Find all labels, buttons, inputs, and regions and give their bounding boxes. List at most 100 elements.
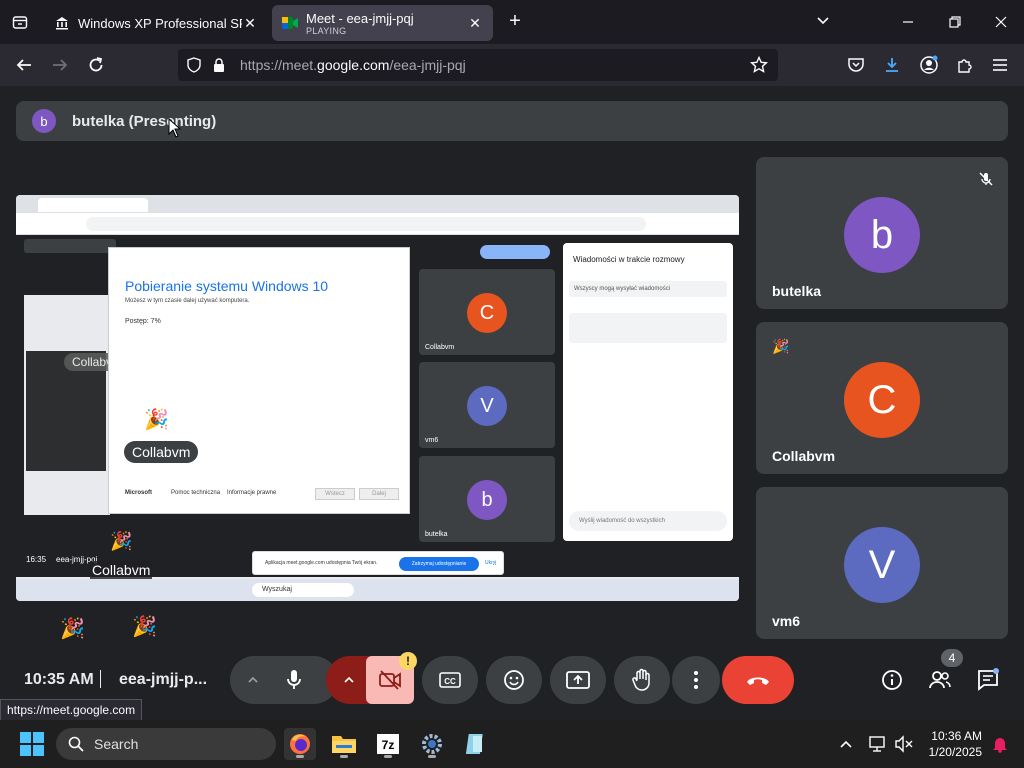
downloads-icon[interactable] [880,53,904,77]
tab-title: Meet - eea-jmjj-pqj [306,10,414,26]
meeting-controls: 10:35 AM eea-jmjj-p... ! CC 4 [0,649,1024,704]
tab-title: Windows XP Professional SP3 x86 [78,15,242,31]
account-icon[interactable] [917,53,941,77]
raise-hand-button[interactable] [614,656,670,704]
file-explorer-taskbar-icon[interactable] [328,728,360,760]
present-screen-icon [566,671,590,689]
reload-icon[interactable] [84,53,108,77]
extensions-icon[interactable] [953,53,977,77]
more-options-button[interactable] [672,656,720,704]
shared-tile-name: Collabvm [425,344,455,351]
shared-tile-collabvm: C Collabvm [419,269,555,355]
dialog-back-button: Wstecz [315,488,355,500]
people-icon[interactable] [928,668,952,692]
shared-chat-panel: Wiadomości w trakcie rozmowy Wszyscy mog… [563,243,733,541]
chat-input: Wyślij wiadomość do wszystkich [569,511,727,531]
show-hidden-icons-chevron-icon[interactable] [830,728,862,760]
shared-screen: Collabvm Pobieranie systemu Windows 10 M… [16,195,739,601]
shared-url-bar [86,217,646,231]
hide-button: Ukryj [485,560,497,566]
close-window-icon[interactable] [991,12,1011,32]
party-popper-icon: 🎉 [144,409,169,431]
taskbar-clock[interactable]: 10:36 AM 1/20/2025 [924,728,982,760]
chat-title: Wiadomości w trakcie rozmowy [573,255,685,264]
lock-icon[interactable] [212,57,226,78]
meeting-details-info-icon[interactable] [880,668,904,692]
tab-list-button[interactable] [0,0,40,44]
participant-avatar: b [844,197,920,273]
more-vertical-icon [694,671,698,689]
shared-stop-presenting [480,245,550,259]
restore-icon[interactable] [945,12,965,32]
browser-tab-strip: Windows XP Professional SP3 x86 ✕ Meet -… [0,0,1024,44]
tab-meet[interactable]: Meet - eea-jmjj-pqj PLAYING ✕ [272,5,493,41]
raise-hand-icon [632,668,650,691]
menu-hamburger-icon[interactable] [988,53,1012,77]
notification-bell-icon[interactable] [984,728,1016,760]
stop-sharing-button: Zatrzymaj udostępnianie [399,557,479,571]
participant-tile-butelka[interactable]: b butelka [756,157,1008,309]
svg-text:CC: CC [444,677,456,686]
participant-name: vm6 [772,613,801,629]
microphone-off-icon [978,171,994,192]
shared-collab-label: Collabvm [124,441,199,463]
present-screen-button[interactable] [550,656,606,704]
shared-tile-avatar: V [467,386,507,426]
svg-text:7z: 7z [382,738,395,752]
leave-call-button[interactable] [722,656,794,704]
tab-list-icon [12,16,28,29]
meet-page: b butelka (Presenting) Collabvm Pobieran… [0,86,1024,720]
forward-icon[interactable] [48,53,72,77]
tab-windows-xp[interactable]: Windows XP Professional SP3 x86 ✕ [44,5,268,41]
participant-tile-vm6[interactable]: V vm6 [756,487,1008,639]
bookmark-star-icon[interactable] [749,55,769,79]
chat-icon[interactable] [976,668,1000,692]
legal-link: Informacje prawne [227,490,277,496]
hang-up-icon [747,677,769,685]
taskbar-time: 10:36 AM [931,729,982,743]
presenter-avatar: b [32,109,56,133]
google-meet-icon [282,15,298,31]
video-options-chevron-icon[interactable] [337,668,361,692]
participant-tile-collabvm[interactable]: 🎉 C Collabvm [756,322,1008,474]
firefox-taskbar-icon[interactable] [284,728,316,760]
dialog-next-button: Dalej [359,488,399,500]
captions-button[interactable]: CC [422,656,478,704]
pocket-icon[interactable] [844,53,868,77]
taskbar-search-box[interactable]: Search [56,728,276,760]
windows-start-icon[interactable] [20,732,44,756]
reactions-button[interactable] [486,656,542,704]
chat-toggle: Wszyscy mogą wysyłać wiadomości [569,281,727,297]
url-text: https://meet.google.com/eea-jmjj-pqj [240,57,466,73]
dialog-title: Pobieranie systemu Windows 10 [125,278,329,294]
museum-icon [54,15,70,31]
close-tab-icon[interactable]: ✕ [467,15,483,32]
help-link: Pomoc techniczna [171,490,221,496]
shared-time: 16:35 [26,555,47,564]
participant-avatar: C [844,362,920,438]
url-bar[interactable]: https://meet.google.com/eea-jmjj-pqj [178,49,778,81]
list-all-tabs-chevron-icon[interactable] [815,12,831,33]
link-status-url: https://meet.google.com [0,699,143,721]
shared-tile-avatar: b [467,480,507,520]
people-count-badge: 4 [941,649,963,667]
participant-name: Collabvm [772,448,836,464]
speaker-muted-icon[interactable] [888,728,920,760]
party-popper-icon: 🎉 [132,616,157,638]
closed-captions-icon: CC [439,672,461,688]
settings-gear-taskbar-icon[interactable] [416,728,448,760]
7zip-taskbar-icon[interactable]: 7z [372,728,404,760]
party-popper-icon: 🎉 [772,338,790,354]
microphone-icon[interactable] [282,668,306,692]
new-tab-button[interactable]: + [503,10,527,34]
shared-bottom-collab-label: Collabvm [90,561,153,579]
microsoft-label: Microsoft [125,490,152,496]
audio-options-chevron-icon[interactable] [241,668,265,692]
shared-browser-tab [38,198,148,212]
notepad-taskbar-icon[interactable] [460,728,492,760]
divider [100,670,101,688]
tracking-protection-shield-icon[interactable] [186,57,202,78]
minimize-icon[interactable] [898,12,918,32]
close-tab-icon[interactable]: ✕ [242,15,258,32]
back-icon[interactable] [12,53,36,77]
